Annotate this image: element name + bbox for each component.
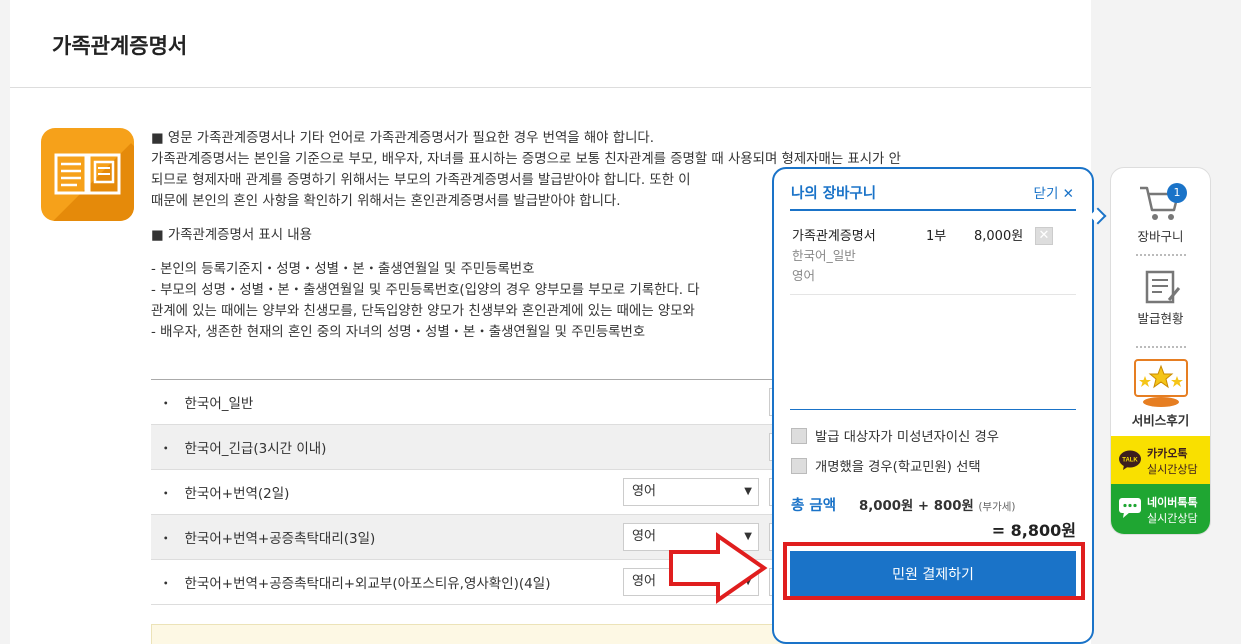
naver-subtitle: 실시간상담 [1147,512,1198,525]
bullet: ・ [159,486,173,502]
document-icon [41,128,134,221]
divider [790,409,1076,410]
option-label: 한국어_일반 [184,396,254,412]
document-list-icon [1145,270,1181,304]
quick-menu: 1 장바구니 발급현황 서비스후기 TALK 카카오톡 실시간상담 네이버톡톡 … [1110,167,1211,535]
vat-label: (부가세) [978,501,1016,513]
side-issue-label: 발급현황 [1137,311,1184,326]
naver-chat-button[interactable]: 네이버톡톡 실시간상담 [1111,484,1210,534]
language-select[interactable]: 영어 ▼ [623,478,759,506]
side-issue-button[interactable]: 발급현황 [1111,260,1210,340]
divider [790,209,1076,211]
total-calc-text: 8,000원 + 800원 [859,499,974,514]
bullet: ・ [159,441,173,457]
option-label: 한국어+번역+공증촉탁대리+외교부(아포스티유,영사확인)(4일) [184,576,551,592]
rename-checkbox-row[interactable]: 개명했을 경우(학교민원) 선택 [791,456,981,475]
cart-title: 나의 장바구니 [791,186,877,202]
total-amount: = 8,800원 [991,521,1076,540]
bullet: ・ [159,576,173,592]
kakao-title: 카카오톡 [1147,447,1188,460]
option-row[interactable]: ・ 한국어_긴급(3시간 이내) [151,425,791,470]
kakao-talk-icon: TALK [1119,450,1141,470]
notice-box [151,624,791,644]
desc-line: ■ 영문 가족관계증명서나 기타 언어로 가족관계증명서가 필요한 경우 번역을… [151,131,654,146]
kakao-icon-text: TALK [1122,458,1138,464]
minor-checkbox-label: 발급 대상자가 미성년자이신 경우 [815,430,999,445]
rename-checkbox[interactable] [791,457,807,474]
option-row[interactable]: ・ 한국어+번역(2일) 영어 ▼ [151,470,791,515]
total-label: 총 금액 [791,498,837,514]
side-review-label: 서비스후기 [1131,413,1190,428]
option-label: 한국어_긴급(3시간 이내) [184,441,327,457]
kakao-chat-button[interactable]: TALK 카카오톡 실시간상담 [1111,436,1210,484]
bullet: ・ [159,396,173,412]
minor-checkbox[interactable] [791,427,807,444]
kakao-subtitle: 실시간상담 [1147,463,1198,476]
arrow-right-icon [669,532,768,604]
language-select-value: 영어 [632,574,656,589]
highlight-box [783,542,1085,600]
remove-item-button[interactable]: ✕ [1035,227,1053,245]
rename-checkbox-label: 개명했을 경우(학교민원) 선택 [815,460,981,475]
option-label: 한국어+번역+공증촉탁대리(3일) [184,531,376,547]
naver-talk-icon [1119,498,1141,518]
cart-item-language: 영어 [792,268,816,283]
side-cart-label: 장바구니 [1137,229,1184,244]
cart-item-price: 8,000원 [974,229,1024,244]
cart-item-name: 가족관계증명서 [792,229,876,244]
cart-item-option: 한국어_일반 [792,248,856,263]
bullet: ・ [159,531,173,547]
page-header: 가족관계증명서 [10,0,1091,88]
minor-checkbox-row[interactable]: 발급 대상자가 미성년자이신 경우 [791,426,999,445]
page-title: 가족관계증명서 [52,34,188,58]
language-select-value: 영어 [632,529,656,544]
cart-item: 가족관계증명서 한국어_일반 영어 1부 8,000원 ✕ [790,217,1076,295]
dropdown-arrow-icon: ▼ [744,486,752,497]
cart-item-quantity: 1부 [926,229,947,244]
side-cart-button[interactable]: 1 장바구니 [1111,168,1210,248]
option-label: 한국어+번역(2일) [184,486,290,502]
option-row[interactable]: ・ 한국어_일반 [151,380,791,425]
review-stars-icon [1134,359,1188,407]
divider [1136,254,1186,256]
divider [1136,346,1186,348]
naver-title: 네이버톡톡 [1147,496,1198,509]
cart-count-badge: 1 [1167,183,1187,203]
language-select-value: 영어 [632,484,656,499]
cart-close-button[interactable]: 닫기 ✕ [1034,182,1074,202]
side-review-button[interactable]: 서비스후기 [1111,352,1210,436]
total-calculation: 8,000원 + 800원 (부가세) [859,495,1016,514]
